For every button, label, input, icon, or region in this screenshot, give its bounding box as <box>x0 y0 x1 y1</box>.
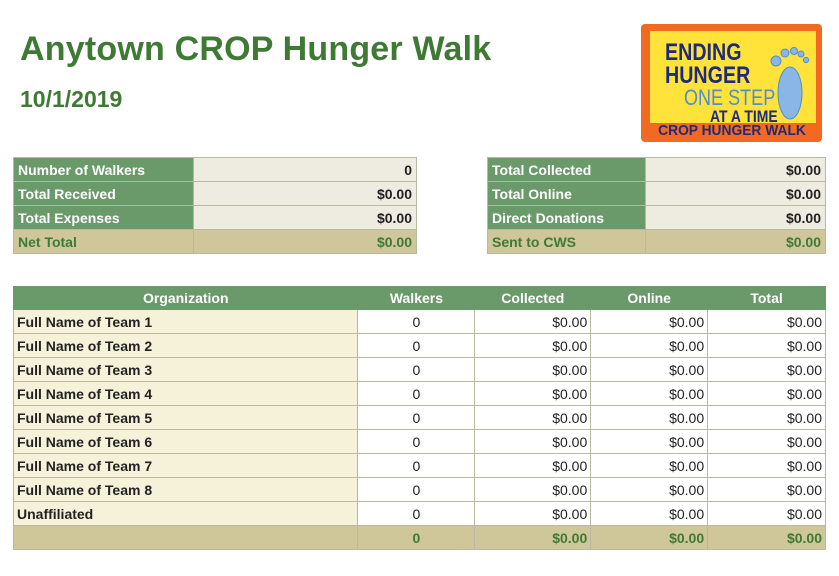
summary-label: Direct Donations <box>487 205 646 230</box>
walkers-cell[interactable]: 0 <box>357 333 476 358</box>
sent-to-cws-value[interactable]: $0.00 <box>644 229 827 254</box>
summary-row: Total Online $0.00 <box>487 181 827 206</box>
org-name-cell[interactable]: Full Name of Team 8 <box>12 477 359 502</box>
totals-org-cell <box>12 525 359 550</box>
summary-right-table: Total Collected $0.00 Total Online $0.00… <box>487 157 827 254</box>
summary-label: Total Collected <box>487 157 646 182</box>
summary-left-table: Number of Walkers 0 Total Received $0.00… <box>13 157 418 254</box>
walkers-cell[interactable]: 0 <box>357 405 476 430</box>
table-row: Full Name of Team 2 0 $0.00 $0.00 $0.00 <box>12 333 826 358</box>
summary-total-row: Net Total $0.00 <box>13 229 418 254</box>
total-cell[interactable]: $0.00 <box>707 453 826 478</box>
event-date: 10/1/2019 <box>20 86 123 112</box>
sent-to-cws-label: Sent to CWS <box>487 229 646 254</box>
total-cell[interactable]: $0.00 <box>707 381 826 406</box>
summary-value[interactable]: 0 <box>192 157 418 182</box>
online-cell[interactable]: $0.00 <box>590 477 709 502</box>
header-online: Online <box>590 286 709 310</box>
totals-total-cell[interactable]: $0.00 <box>707 525 826 550</box>
collected-cell[interactable]: $0.00 <box>474 429 592 454</box>
org-name-cell[interactable]: Full Name of Team 2 <box>12 333 359 358</box>
header-total: Total <box>707 286 826 310</box>
org-name-cell[interactable]: Full Name of Team 1 <box>12 309 359 334</box>
org-name-cell[interactable]: Full Name of Team 5 <box>12 405 359 430</box>
online-cell[interactable]: $0.00 <box>590 501 709 526</box>
online-cell[interactable]: $0.00 <box>590 357 709 382</box>
net-total-value[interactable]: $0.00 <box>192 229 418 254</box>
table-row: Full Name of Team 1 0 $0.00 $0.00 $0.00 <box>12 309 826 334</box>
org-name-cell[interactable]: Full Name of Team 3 <box>12 357 359 382</box>
summary-value[interactable]: $0.00 <box>644 181 827 206</box>
walkers-cell[interactable]: 0 <box>357 477 476 502</box>
online-cell[interactable]: $0.00 <box>590 405 709 430</box>
total-cell[interactable]: $0.00 <box>707 477 826 502</box>
total-cell[interactable]: $0.00 <box>707 309 826 334</box>
collected-cell[interactable]: $0.00 <box>474 309 592 334</box>
collected-cell[interactable]: $0.00 <box>474 477 592 502</box>
org-name-cell[interactable]: Full Name of Team 6 <box>12 429 359 454</box>
collected-cell[interactable]: $0.00 <box>474 501 592 526</box>
collected-cell[interactable]: $0.00 <box>474 333 592 358</box>
walkers-cell[interactable]: 0 <box>357 453 476 478</box>
summary-value[interactable]: $0.00 <box>192 181 418 206</box>
walkers-cell[interactable]: 0 <box>357 357 476 382</box>
org-name-cell[interactable]: Full Name of Team 4 <box>12 381 359 406</box>
table-row: Full Name of Team 6 0 $0.00 $0.00 $0.00 <box>12 429 826 454</box>
summary-value[interactable]: $0.00 <box>644 157 827 182</box>
org-name-cell[interactable]: Unaffiliated <box>12 501 359 526</box>
totals-collected-cell[interactable]: $0.00 <box>474 525 592 550</box>
total-cell[interactable]: $0.00 <box>707 429 826 454</box>
total-cell[interactable]: $0.00 <box>707 501 826 526</box>
collected-cell[interactable]: $0.00 <box>474 381 592 406</box>
summary-row: Total Received $0.00 <box>13 181 418 206</box>
summary-value[interactable]: $0.00 <box>192 205 418 230</box>
logo-panel: ENDING HUNGER ONE STEP AT A TIME <box>650 31 816 126</box>
summary-total-row: Sent to CWS $0.00 <box>487 229 827 254</box>
totals-online-cell[interactable]: $0.00 <box>590 525 709 550</box>
crop-hunger-walk-logo: ENDING HUNGER ONE STEP AT A TIME CROP HU… <box>641 24 822 142</box>
total-cell[interactable]: $0.00 <box>707 357 826 382</box>
table-row: Unaffiliated 0 $0.00 $0.00 $0.00 <box>12 501 826 526</box>
total-cell[interactable]: $0.00 <box>707 333 826 358</box>
table-row: Full Name of Team 4 0 $0.00 $0.00 $0.00 <box>12 381 826 406</box>
online-cell[interactable]: $0.00 <box>590 429 709 454</box>
total-cell[interactable]: $0.00 <box>707 405 826 430</box>
walkers-cell[interactable]: 0 <box>357 501 476 526</box>
walkers-cell[interactable]: 0 <box>357 429 476 454</box>
walkers-cell[interactable]: 0 <box>357 309 476 334</box>
summary-label: Total Expenses <box>13 205 194 230</box>
online-cell[interactable]: $0.00 <box>590 309 709 334</box>
totals-walkers-cell[interactable]: 0 <box>357 525 476 550</box>
table-row: Full Name of Team 3 0 $0.00 $0.00 $0.00 <box>12 357 826 382</box>
collected-cell[interactable]: $0.00 <box>474 357 592 382</box>
header-collected: Collected <box>474 286 592 310</box>
summary-value[interactable]: $0.00 <box>644 205 827 230</box>
header-walkers: Walkers <box>357 286 476 310</box>
org-name-cell[interactable]: Full Name of Team 7 <box>12 453 359 478</box>
net-total-label: Net Total <box>13 229 194 254</box>
online-cell[interactable]: $0.00 <box>590 381 709 406</box>
summary-row: Total Collected $0.00 <box>487 157 827 182</box>
collected-cell[interactable]: $0.00 <box>474 453 592 478</box>
header-organization: Organization <box>12 286 359 310</box>
table-row: Full Name of Team 5 0 $0.00 $0.00 $0.00 <box>12 405 826 430</box>
totals-row: 0 $0.00 $0.00 $0.00 <box>12 525 826 550</box>
summary-label: Total Online <box>487 181 646 206</box>
walkers-cell[interactable]: 0 <box>357 381 476 406</box>
table-row: Full Name of Team 7 0 $0.00 $0.00 $0.00 <box>12 453 826 478</box>
summary-label: Number of Walkers <box>13 157 194 182</box>
footprint-icon <box>770 47 810 120</box>
online-cell[interactable]: $0.00 <box>590 453 709 478</box>
summary-row: Direct Donations $0.00 <box>487 205 827 230</box>
summary-label: Total Received <box>13 181 194 206</box>
table-header-row: Organization Walkers Collected Online To… <box>12 286 826 310</box>
collected-cell[interactable]: $0.00 <box>474 405 592 430</box>
table-row: Full Name of Team 8 0 $0.00 $0.00 $0.00 <box>12 477 826 502</box>
online-cell[interactable]: $0.00 <box>590 333 709 358</box>
summary-row: Total Expenses $0.00 <box>13 205 418 230</box>
logo-footer-text: CROP HUNGER WALK <box>658 122 806 139</box>
page-title: Anytown CROP Hunger Walk <box>20 30 492 68</box>
summary-row: Number of Walkers 0 <box>13 157 418 182</box>
teams-table: Organization Walkers Collected Online To… <box>12 286 826 550</box>
